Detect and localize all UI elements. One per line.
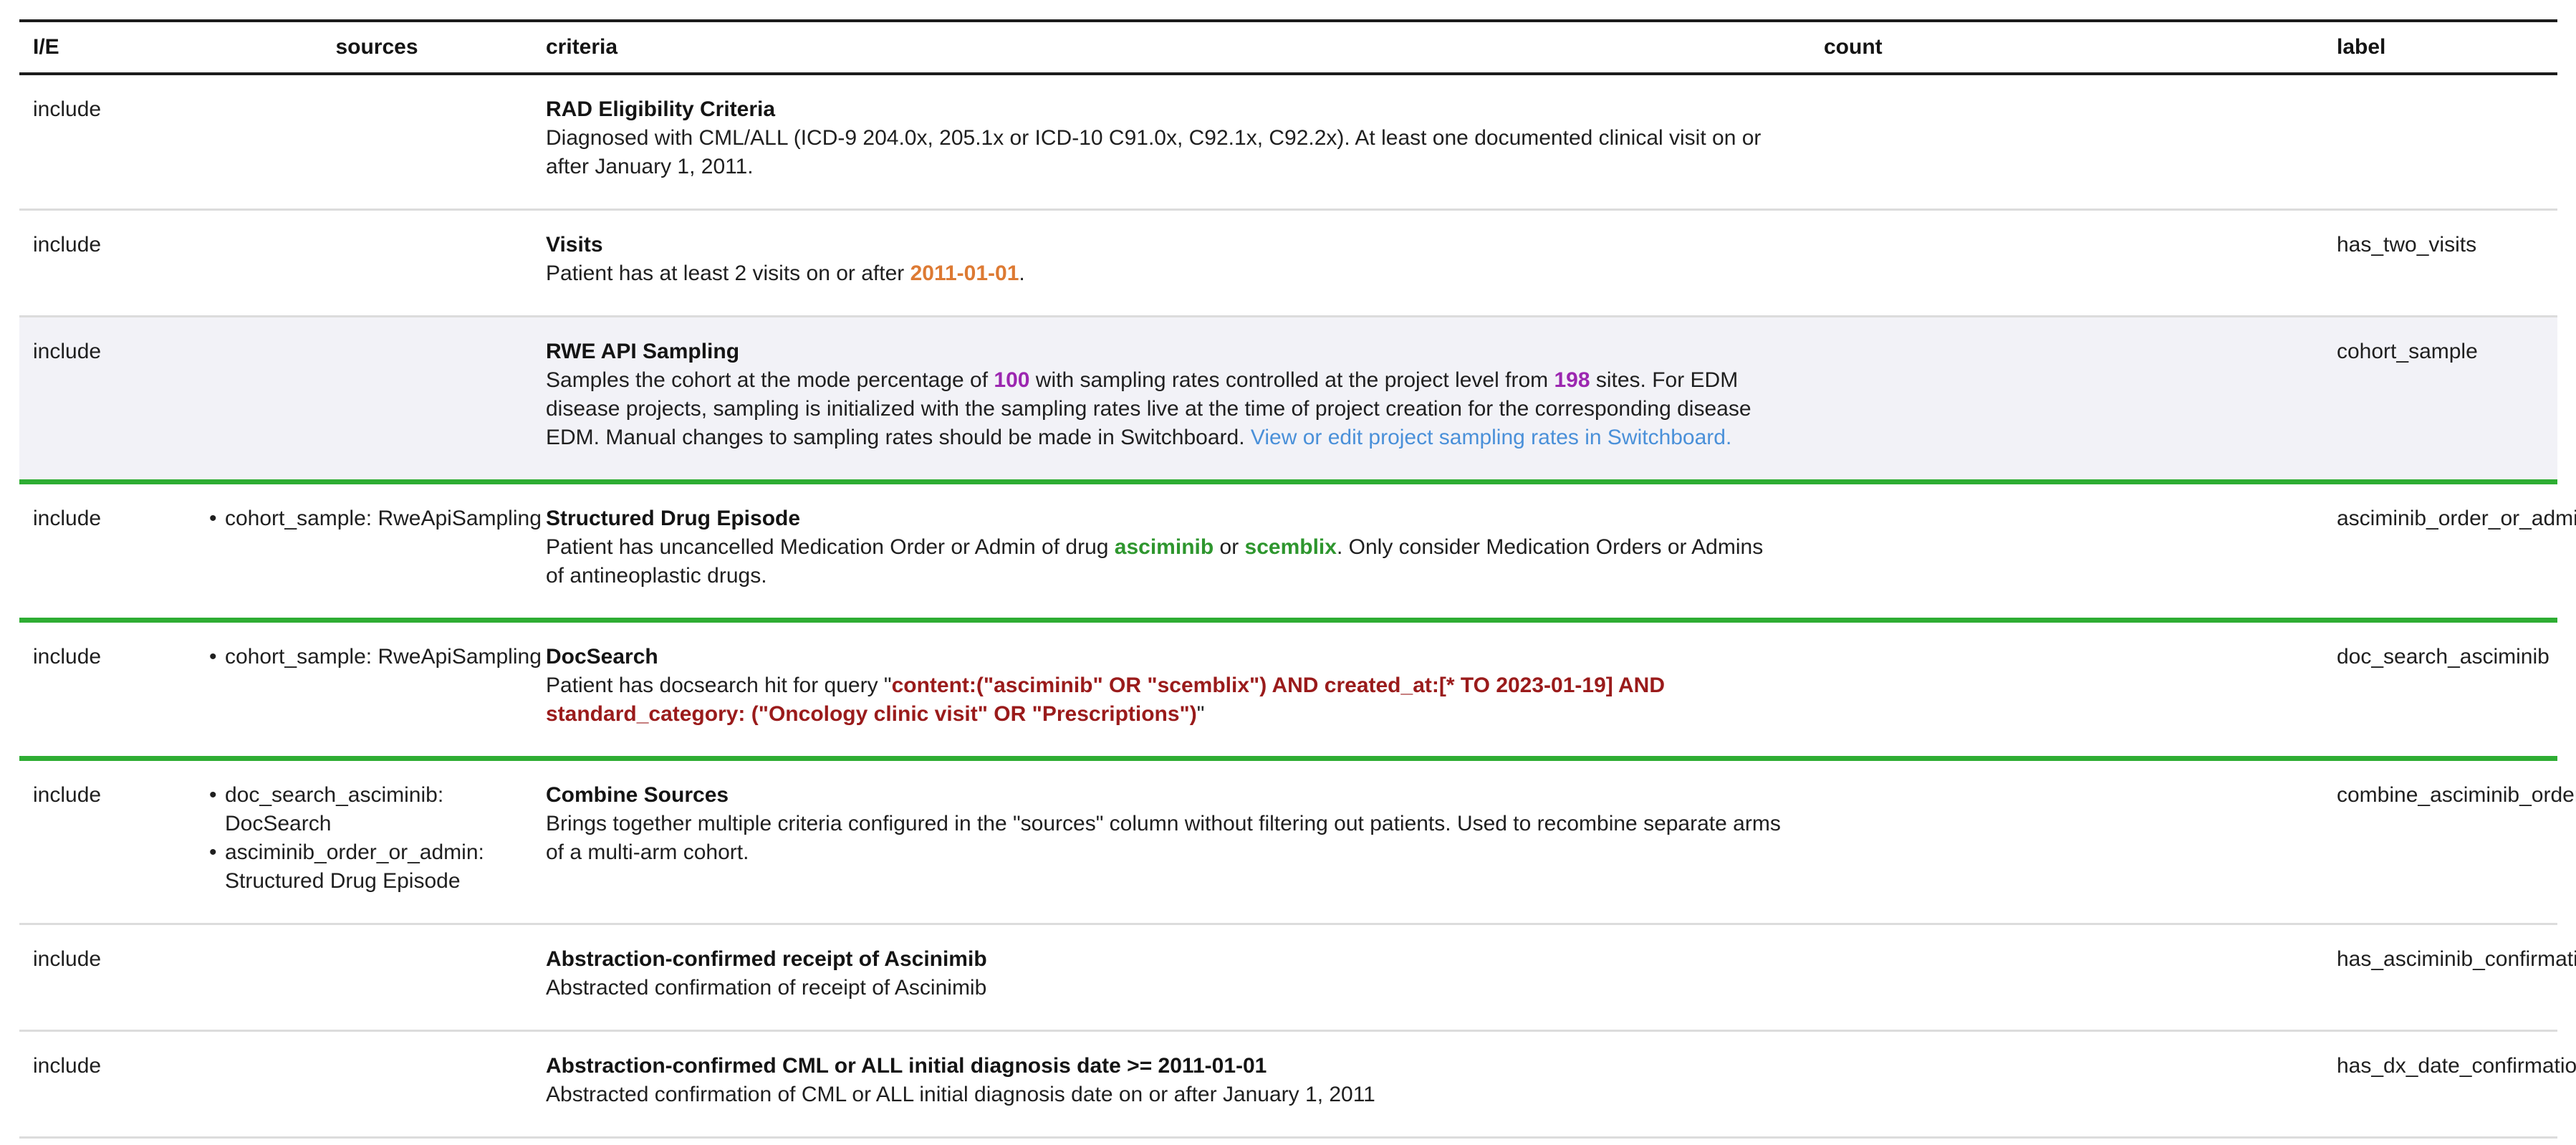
criteria-title: Combine Sources	[546, 781, 1784, 810]
text-segment: .	[1019, 262, 1024, 285]
sources-cell: cohort_sample: RweApiSampling	[208, 643, 546, 671]
col-header-ie: I/E	[19, 33, 208, 62]
criteria-title: RWE API Sampling	[546, 337, 1784, 366]
label-cell: has_two_visits	[2337, 231, 2557, 259]
criteria-table: I/E sources criteria count label include…	[19, 19, 2557, 1145]
source-item: doc_search_asciminib: DocSearch	[208, 781, 546, 838]
text-segment: "	[1197, 702, 1205, 726]
criteria-title: DocSearch	[546, 643, 1784, 671]
criteria-description: Brings together multiple criteria config…	[546, 810, 1784, 867]
sources-cell: cohort_sample: RweApiSampling	[208, 504, 546, 533]
table-row: include cohort_sample: RweApiSampling St…	[19, 484, 2557, 623]
col-header-label: label	[2337, 33, 2557, 62]
criteria-cell: Combine Sources Brings together multiple…	[546, 781, 1824, 867]
criteria-title: RAD Eligibility Criteria	[546, 95, 1784, 124]
table-row: include RWE API Sampling Samples the coh…	[19, 317, 2557, 484]
text-segment: asciminib	[1115, 535, 1213, 559]
criteria-cell: RWE API Sampling Samples the cohort at t…	[546, 337, 1824, 452]
sources-list: cohort_sample: RweApiSampling	[208, 504, 546, 533]
sources-list: doc_search_asciminib: DocSearchasciminib…	[208, 781, 546, 896]
col-header-criteria: criteria	[546, 33, 1824, 62]
criteria-cell: Structured Drug Episode Patient has unca…	[546, 504, 1824, 590]
table-row: include RAD Eligibility Criteria Diagnos…	[19, 75, 2557, 211]
label-cell: cohort_sample	[2337, 337, 2557, 366]
ie-cell: include	[19, 231, 208, 259]
criteria-cell: RAD Eligibility Criteria Diagnosed with …	[546, 95, 1824, 181]
criteria-title: Abstraction-confirmed CML or ALL initial…	[546, 1052, 1784, 1081]
switchboard-link[interactable]: View or edit project sampling rates in S…	[1251, 426, 1731, 449]
table-body: include RAD Eligibility Criteria Diagnos…	[19, 75, 2557, 1145]
table-row: include Visits Patient has at least 2 vi…	[19, 211, 2557, 317]
criteria-description: Samples the cohort at the mode percentag…	[546, 366, 1784, 452]
criteria-title: Structured Drug Episode	[546, 504, 1784, 533]
criteria-cell: Abstraction-confirmed receipt of Ascinim…	[546, 945, 1824, 1002]
text-segment: scemblix	[1245, 535, 1337, 559]
criteria-cell: Abstraction-confirmed CML or ALL initial…	[546, 1052, 1824, 1109]
ie-cell: include	[19, 95, 208, 124]
table-row: include Abstraction-confirmed CML or ALL…	[19, 1032, 2557, 1139]
source-item: cohort_sample: RweApiSampling	[208, 504, 546, 533]
source-item: cohort_sample: RweApiSampling	[208, 643, 546, 671]
sources-cell: doc_search_asciminib: DocSearchasciminib…	[208, 781, 546, 896]
criteria-description: Patient has at least 2 visits on or afte…	[546, 259, 1784, 288]
sources-list: cohort_sample: RweApiSampling	[208, 643, 546, 671]
text-segment: Abstracted confirmation of CML or ALL in…	[546, 1083, 1375, 1106]
text-segment: or	[1213, 535, 1244, 559]
ie-cell: include	[19, 1052, 208, 1081]
criteria-description: Abstracted confirmation of CML or ALL in…	[546, 1081, 1784, 1109]
text-segment: Patient has uncancelled Medication Order…	[546, 535, 1115, 559]
criteria-cell: DocSearch Patient has docsearch hit for …	[546, 643, 1824, 729]
label-cell: has_asciminib_confirmation	[2337, 945, 2557, 974]
col-header-count: count	[1824, 33, 2337, 62]
criteria-description: Patient has docsearch hit for query "con…	[546, 671, 1784, 729]
criteria-title: Abstraction-confirmed receipt of Ascinim…	[546, 945, 1784, 974]
ie-cell: include	[19, 504, 208, 533]
text-segment: Patient has docsearch hit for query "	[546, 674, 892, 697]
text-segment: Brings together multiple criteria config…	[546, 812, 1781, 864]
table-row: include Abstraction-confirmed receipt of…	[19, 925, 2557, 1032]
col-header-sources: sources	[208, 33, 546, 62]
table-row: include cohort_sample: RweApiSampling Do…	[19, 623, 2557, 761]
table-row: include Abstraction-confirmed diagnosis …	[19, 1139, 2557, 1145]
label-cell: asciminib_order_or_admin	[2337, 504, 2557, 533]
text-segment: Abstracted confirmation of receipt of As…	[546, 976, 986, 1000]
label-cell: has_dx_date_confirmation	[2337, 1052, 2557, 1081]
text-segment: with sampling rates controlled at the pr…	[1029, 368, 1554, 392]
label-cell: doc_search_asciminib	[2337, 643, 2557, 671]
ie-cell: include	[19, 643, 208, 671]
ie-cell: include	[19, 781, 208, 810]
table-header: I/E sources criteria count label	[19, 19, 2557, 75]
ie-cell: include	[19, 945, 208, 974]
text-segment: 198	[1554, 368, 1590, 392]
source-item: asciminib_order_or_admin: Structured Dru…	[208, 838, 546, 896]
criteria-description: Abstracted confirmation of receipt of As…	[546, 974, 1784, 1002]
criteria-cell: Visits Patient has at least 2 visits on …	[546, 231, 1824, 288]
ie-cell: include	[19, 337, 208, 366]
text-segment: 2011-01-01	[910, 262, 1019, 285]
label-cell: combine_asciminib_order_or_	[2337, 781, 2557, 810]
text-segment: Diagnosed with CML/ALL (ICD-9 204.0x, 20…	[546, 126, 1761, 178]
text-segment: Samples the cohort at the mode percentag…	[546, 368, 994, 392]
criteria-title: Visits	[546, 231, 1784, 259]
text-segment: 100	[994, 368, 1029, 392]
criteria-description: Diagnosed with CML/ALL (ICD-9 204.0x, 20…	[546, 124, 1784, 181]
criteria-description: Patient has uncancelled Medication Order…	[546, 533, 1784, 590]
text-segment: Patient has at least 2 visits on or afte…	[546, 262, 910, 285]
table-row: include doc_search_asciminib: DocSearcha…	[19, 761, 2557, 925]
